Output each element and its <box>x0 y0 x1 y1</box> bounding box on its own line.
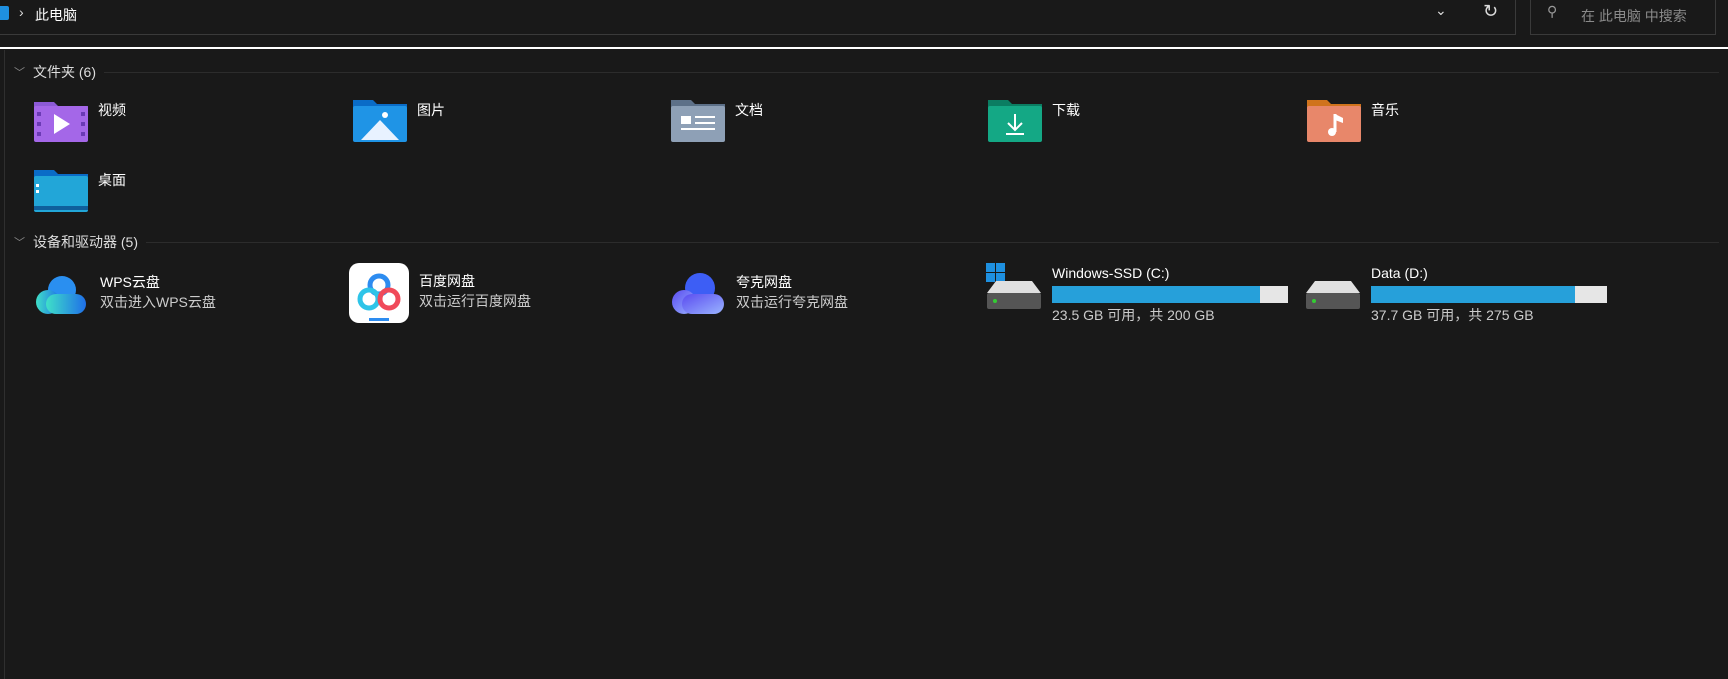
search-input[interactable]: 在 此电脑 中搜索 <box>1581 6 1687 26</box>
device-subtitle: 双击进入WPS云盘 <box>100 294 216 310</box>
folder-label: 文档 <box>735 102 763 118</box>
desktop-folder-icon <box>34 170 88 212</box>
video-folder-icon <box>34 102 88 142</box>
folder-label: 桌面 <box>98 172 126 188</box>
breadcrumb-separator-icon: › <box>19 4 24 20</box>
folder-label: 图片 <box>417 102 445 118</box>
drive-label: Data (D:) <box>1371 265 1428 281</box>
drive-free-space: 23.5 GB 可用，共 200 GB <box>1052 307 1215 323</box>
device-subtitle: 双击运行夸克网盘 <box>736 294 848 310</box>
folder-documents[interactable]: 文档 <box>671 98 763 142</box>
divider <box>0 47 1728 49</box>
folder-desktop[interactable]: 桌面 <box>34 168 126 212</box>
drive-label: Windows-SSD (C:) <box>1052 265 1170 281</box>
wps-cloud-icon <box>36 276 86 314</box>
group-title: 设备和驱动器 (5) <box>33 234 138 250</box>
device-label: WPS云盘 <box>100 274 160 290</box>
nav-pane-edge <box>4 50 5 679</box>
drive-c[interactable]: Windows-SSD (C:) 23.5 GB 可用，共 200 GB <box>986 263 1288 325</box>
device-quark-netdisk[interactable]: 夸克网盘双击运行夸克网盘 <box>668 268 848 318</box>
group-title: 文件夹 (6) <box>33 64 96 80</box>
documents-folder-icon <box>671 100 725 142</box>
folder-pictures[interactable]: 图片 <box>353 98 445 142</box>
folder-downloads[interactable]: 下载 <box>988 98 1080 142</box>
pictures-folder-icon <box>353 100 407 142</box>
folder-music[interactable]: 音乐 <box>1307 98 1399 142</box>
device-label: 夸克网盘 <box>736 274 792 290</box>
drive-usage-fill <box>1052 286 1261 303</box>
folder-label: 视频 <box>98 102 126 118</box>
this-pc-icon <box>0 6 9 20</box>
group-rule <box>146 241 1719 243</box>
breadcrumb-this-pc[interactable]: 此电脑 <box>35 5 77 25</box>
music-folder-icon <box>1307 100 1361 142</box>
device-wps-cloud[interactable]: WPS云盘双击进入WPS云盘 <box>32 270 216 320</box>
device-subtitle: 双击运行百度网盘 <box>419 293 531 309</box>
drive-usage-bar <box>1371 286 1607 303</box>
folder-label: 下载 <box>1052 102 1080 118</box>
search-icon: ⚲ <box>1547 3 1558 19</box>
drive-usage-fill <box>1371 286 1575 303</box>
folder-videos[interactable]: 视频 <box>34 98 126 142</box>
group-header-folders[interactable]: ﹀ 文件夹 (6) <box>14 62 1719 82</box>
downloads-folder-icon <box>988 100 1042 142</box>
chevron-down-icon: ﹀ <box>14 237 25 249</box>
refresh-button[interactable]: ↻ <box>1483 1 1498 22</box>
chevron-down-icon: ﹀ <box>14 67 25 79</box>
address-bar[interactable]: › 此电脑 ⌄ ↻ <box>0 0 1516 35</box>
drive-icon <box>1306 281 1360 309</box>
group-header-devices[interactable]: ﹀ 设备和驱动器 (5) <box>14 232 1719 252</box>
device-baidu-netdisk[interactable]: 百度网盘双击运行百度网盘 <box>349 263 531 323</box>
folder-label: 音乐 <box>1371 102 1399 118</box>
drive-d[interactable]: Data (D:) 37.7 GB 可用，共 275 GB <box>1305 263 1607 325</box>
history-dropdown-button[interactable]: ⌄ <box>1435 2 1447 19</box>
vertical-scrollbar[interactable] <box>1721 50 1727 630</box>
system-drive-icon <box>986 263 1041 309</box>
quark-cloud-icon <box>672 273 724 314</box>
search-box[interactable]: ⚲ 在 此电脑 中搜索 <box>1530 0 1716 35</box>
baidu-netdisk-icon <box>349 263 409 323</box>
group-rule <box>104 71 1719 73</box>
drive-usage-bar <box>1052 286 1288 303</box>
drive-free-space: 37.7 GB 可用，共 275 GB <box>1371 307 1534 323</box>
device-label: 百度网盘 <box>419 273 475 289</box>
